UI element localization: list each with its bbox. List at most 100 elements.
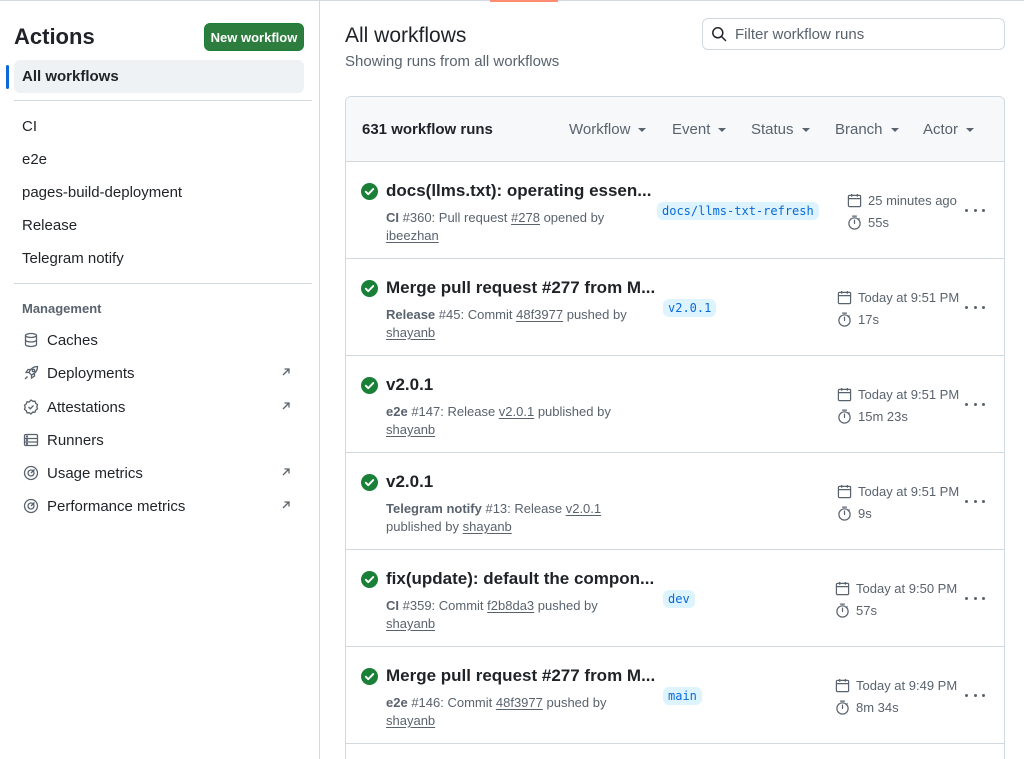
kebab-menu-icon[interactable]: [965, 588, 985, 608]
run-number: #359: [402, 598, 432, 613]
kebab-menu-icon[interactable]: [965, 685, 985, 705]
run-title[interactable]: v2.0.1: [386, 472, 433, 492]
run-trigger: : Pull request: [431, 210, 512, 225]
branch-label[interactable]: v2.0.1: [663, 299, 717, 317]
workflow-filter-dropdown[interactable]: Workflow: [569, 121, 647, 138]
run-duration: 57s: [835, 603, 877, 618]
sidebar-item-e2e[interactable]: e2e: [22, 151, 47, 168]
dropdown-label: Status: [751, 121, 794, 138]
sidebar-item-runners[interactable]: Runners: [22, 429, 302, 451]
divider: [14, 283, 312, 284]
run-title[interactable]: v2.0.1: [386, 375, 433, 395]
run-title[interactable]: Merge pull request #277 from M...: [386, 278, 655, 298]
run-meta: CI #359: Commit f2b8da3 pushed by shayan…: [386, 597, 646, 633]
filter-runs-field[interactable]: [702, 18, 1005, 50]
success-check-icon: [361, 571, 378, 588]
branch-filter-dropdown[interactable]: Branch: [835, 121, 899, 138]
branch-label[interactable]: main: [663, 687, 702, 705]
database-icon: [22, 332, 39, 349]
server-icon: [22, 432, 39, 449]
run-trigger: : Commit: [440, 695, 496, 710]
sidebar-item-release[interactable]: Release: [22, 217, 77, 234]
run-number: #13: [485, 501, 508, 516]
active-indicator: [6, 65, 9, 89]
run-trigger: : Release: [440, 404, 499, 419]
ref-link[interactable]: #278: [511, 210, 540, 225]
ref-link[interactable]: v2.0.1: [566, 501, 601, 516]
sidebar-item-caches[interactable]: Caches: [22, 329, 302, 351]
success-check-icon: [361, 183, 378, 200]
kebab-menu-icon[interactable]: [965, 394, 985, 414]
sidebar-item-telegram-notify[interactable]: Telegram notify: [22, 250, 124, 267]
kebab-menu-icon[interactable]: [965, 491, 985, 511]
run-row[interactable]: docs(llms.txt): operating essen... CI #3…: [345, 162, 1005, 259]
run-number: #45: [438, 307, 461, 322]
run-timestamp: Today at 9:51 PM: [837, 387, 959, 402]
workflow-name: e2e: [386, 404, 408, 419]
calendar-icon: [837, 387, 852, 402]
sidebar-item-label: Performance metrics: [47, 497, 186, 515]
duration-text: 9s: [858, 506, 872, 521]
workflow-name: Telegram notify: [386, 501, 482, 516]
run-row[interactable]: v2.0.1 e2e #147: Release v2.0.1 publishe…: [345, 356, 1005, 453]
branch-label[interactable]: dev: [663, 590, 695, 608]
run-action: pushed by: [542, 695, 607, 710]
run-duration: 55s: [847, 215, 889, 230]
sidebar-item-pages-build-deployment[interactable]: pages-build-deployment: [22, 184, 182, 201]
run-row[interactable]: Merge pull request #277 from M... e2e #1…: [345, 647, 1005, 744]
stopwatch-icon: [848, 215, 861, 230]
run-timestamp: Today at 9:51 PM: [837, 484, 959, 499]
actor-link[interactable]: shayanb: [463, 519, 512, 534]
run-number: #147: [411, 404, 441, 419]
ref-link[interactable]: 48f3977: [516, 307, 563, 322]
sidebar-item-usage-metrics[interactable]: Usage metrics: [22, 462, 302, 484]
sidebar-item-label: All workflows: [22, 68, 119, 85]
actor-filter-dropdown[interactable]: Actor: [923, 121, 975, 138]
dropdown-label: Event: [672, 121, 711, 138]
run-action: opened by: [539, 210, 605, 225]
calendar-icon: [835, 581, 850, 596]
run-row[interactable]: fix(update): default the compon... CI #3…: [345, 550, 1005, 647]
run-number: #360: [402, 210, 432, 225]
run-row[interactable]: v2.0.1 Telegram notify #13: Release v2.0…: [345, 453, 1005, 550]
divider: [14, 100, 312, 101]
actor-link[interactable]: shayanb: [386, 325, 435, 340]
sidebar-title: Actions: [14, 24, 95, 49]
kebab-menu-icon[interactable]: [965, 200, 985, 220]
actor-link[interactable]: shayanb: [386, 713, 435, 728]
actor-link[interactable]: shayanb: [386, 422, 435, 437]
timestamp-text: Today at 9:51 PM: [858, 484, 960, 499]
meter-icon: [22, 498, 39, 515]
sidebar-item-performance-metrics[interactable]: Performance metrics: [22, 495, 302, 517]
branch-label[interactable]: docs/llms-txt-refresh: [657, 202, 819, 220]
run-title[interactable]: Merge pull request #277 from M...: [386, 666, 655, 686]
run-title[interactable]: docs(llms.txt): operating essen...: [386, 181, 651, 201]
kebab-menu-icon[interactable]: [965, 297, 985, 317]
workflow-name: Release: [386, 307, 436, 322]
stopwatch-icon: [838, 409, 851, 424]
new-workflow-button[interactable]: New workflow: [204, 23, 304, 51]
rocket-icon: [22, 365, 39, 382]
run-row[interactable]: Merge pull request #277 from M... Releas…: [345, 259, 1005, 356]
run-title[interactable]: fix(update): default the compon...: [386, 569, 654, 589]
sidebar-item-attestations[interactable]: Attestations: [22, 396, 302, 418]
event-filter-dropdown[interactable]: Event: [672, 121, 727, 138]
sidebar-item-ci[interactable]: CI: [22, 118, 37, 135]
actor-link[interactable]: ibeezhan: [386, 228, 439, 243]
filter-runs-input[interactable]: [735, 25, 995, 43]
calendar-icon: [837, 290, 852, 305]
actor-link[interactable]: shayanb: [386, 616, 435, 631]
sidebar-item-deployments[interactable]: Deployments: [22, 362, 302, 384]
ref-link[interactable]: f2b8da3: [487, 598, 534, 613]
ref-link[interactable]: v2.0.1: [499, 404, 534, 419]
calendar-icon: [837, 484, 852, 499]
run-action: published by: [386, 519, 459, 534]
duration-text: 55s: [868, 215, 889, 230]
external-link-icon: [282, 402, 290, 410]
success-check-icon: [361, 474, 378, 491]
caret-down-icon: [966, 127, 975, 132]
ref-link[interactable]: 48f3977: [496, 695, 543, 710]
status-filter-dropdown[interactable]: Status: [751, 121, 810, 138]
workflow-name: CI: [386, 210, 399, 225]
sidebar-item-label: Runners: [47, 431, 104, 449]
